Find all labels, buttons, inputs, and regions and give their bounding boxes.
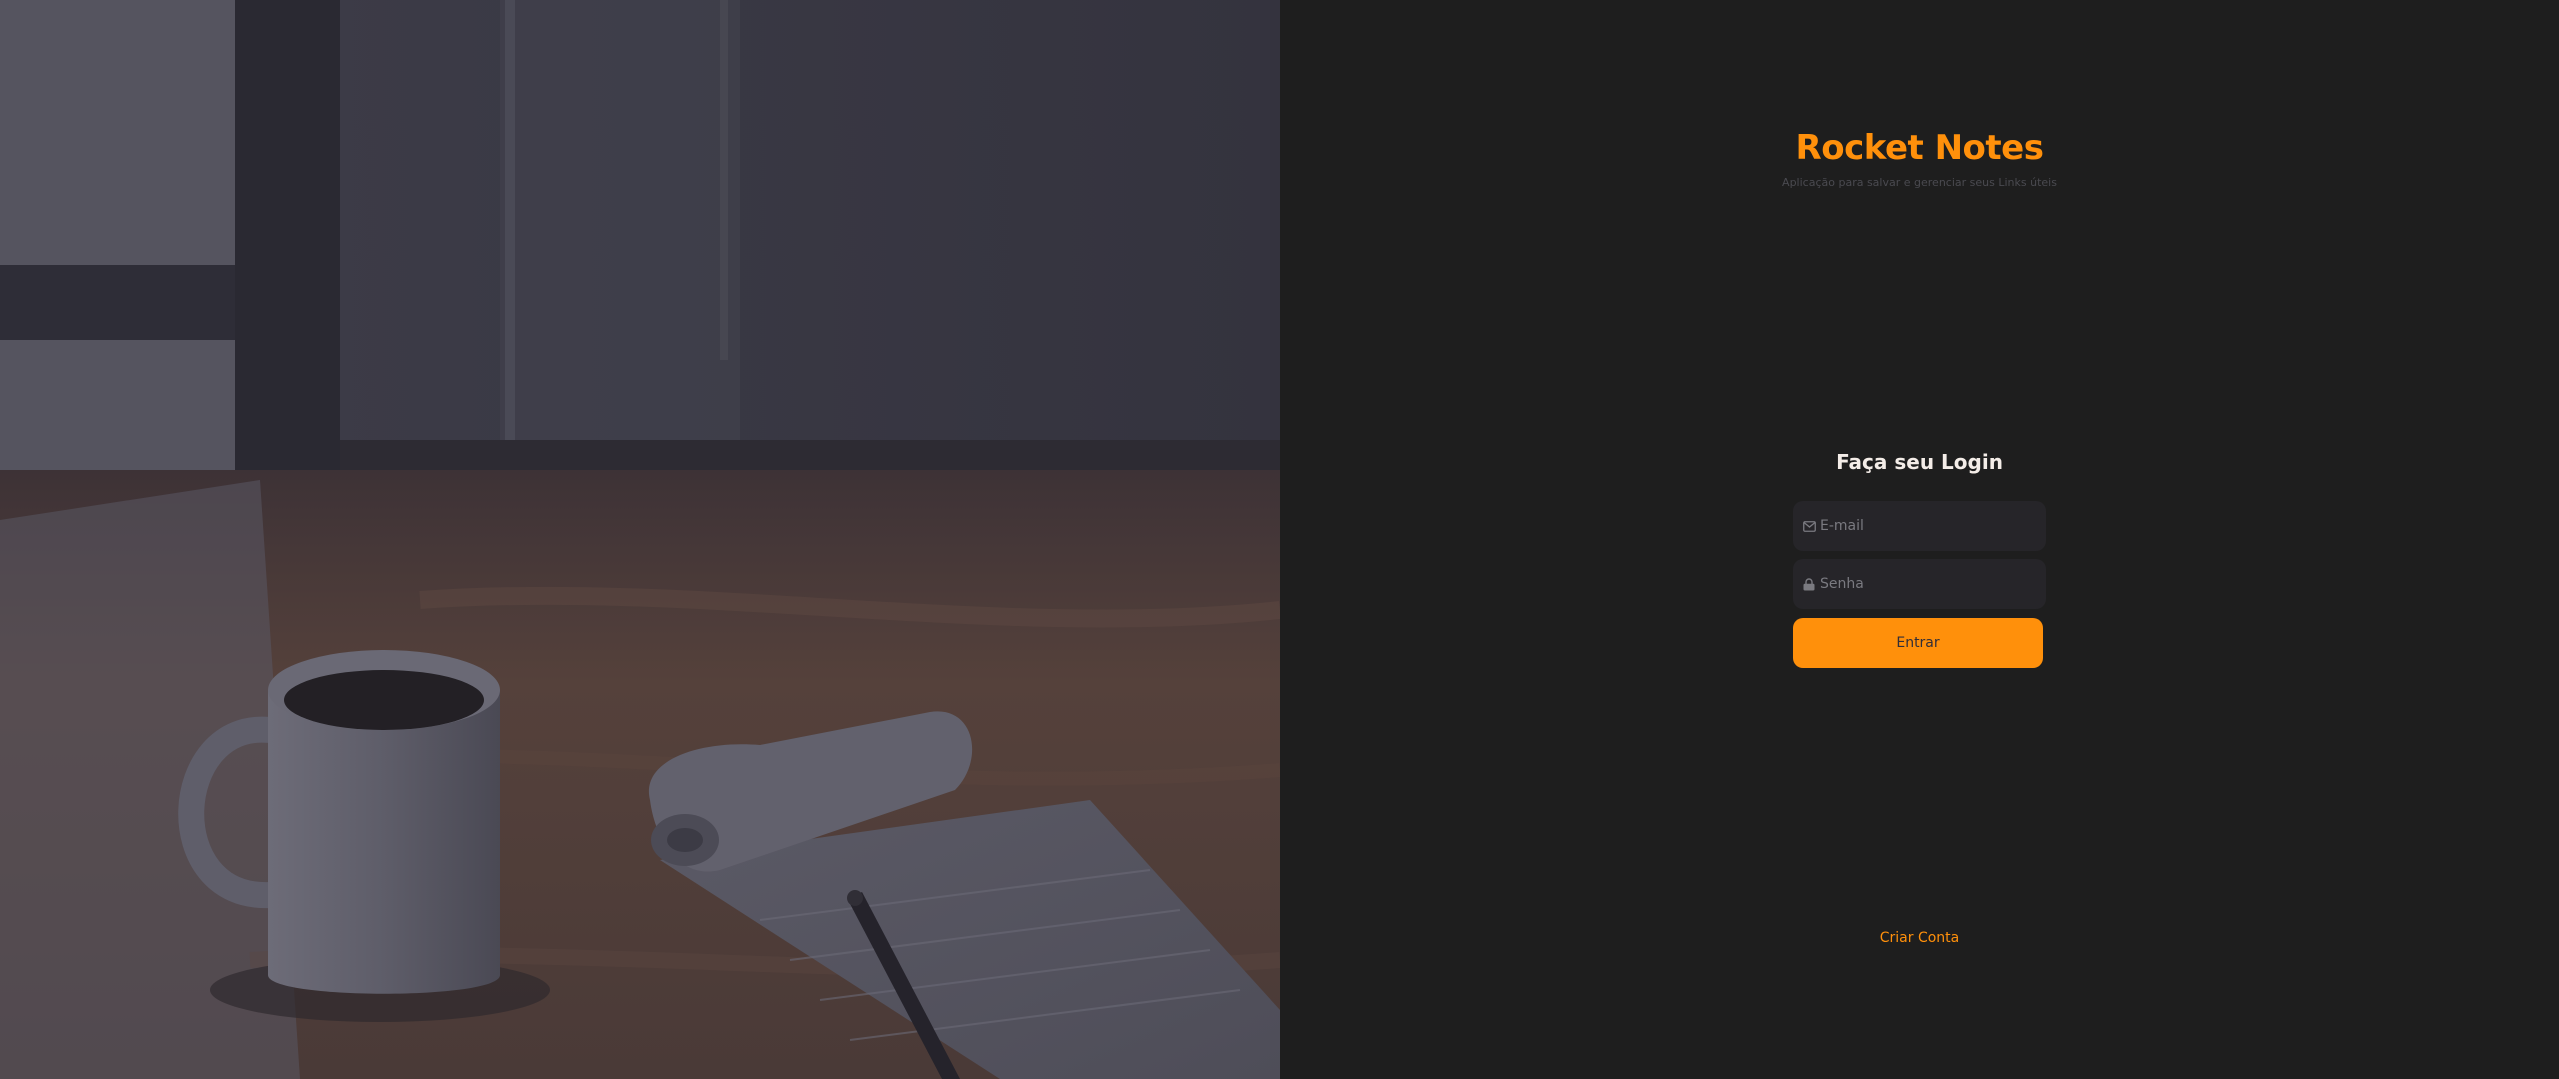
form-title: Faça seu Login [1836, 450, 2003, 474]
mail-icon [1802, 519, 1816, 533]
lock-icon [1802, 577, 1816, 591]
password-input[interactable] [1820, 559, 2046, 609]
create-account-label[interactable]: Criar Conta [1880, 930, 1960, 946]
password-field[interactable] [1793, 559, 2046, 609]
login-page: Rocket Notes Aplicação para salvar e ger… [0, 0, 2559, 1079]
email-field[interactable] [1793, 501, 2046, 551]
brand-title: Rocket Notes [1795, 128, 2044, 168]
login-button[interactable]: Entrar [1793, 618, 2043, 668]
login-form-panel: Rocket Notes Aplicação para salvar e ger… [1280, 0, 2559, 1079]
background-photo [0, 0, 1280, 1079]
email-input[interactable] [1820, 501, 2046, 551]
desk-photo-illustration [0, 0, 1280, 1079]
create-account-link[interactable]: Criar Conta [1280, 930, 2559, 946]
brand-subtitle: Aplicação para salvar e gerenciar seus L… [1782, 176, 2057, 189]
